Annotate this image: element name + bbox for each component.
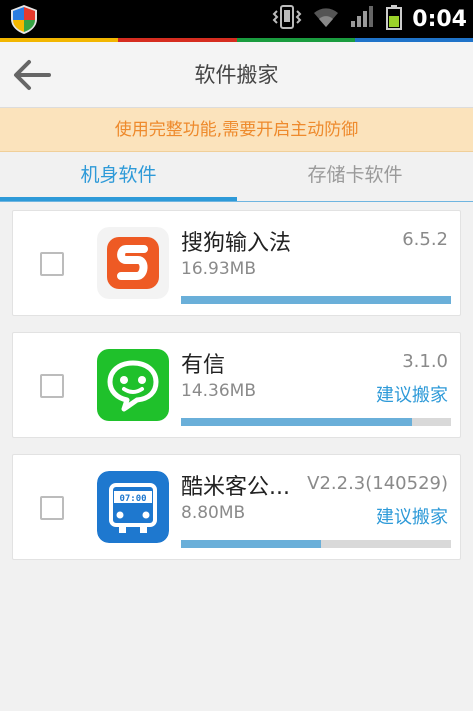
title-bar: 软件搬家 bbox=[0, 42, 473, 108]
tab-bar: 机身软件 存储卡软件 bbox=[0, 152, 473, 202]
battery-icon bbox=[386, 4, 403, 34]
wifi-icon bbox=[312, 5, 340, 33]
app-size: 8.80MB bbox=[181, 503, 246, 523]
vibrate-icon bbox=[272, 4, 302, 34]
app-checkbox[interactable] bbox=[40, 496, 64, 520]
usage-bar-fill bbox=[181, 418, 412, 426]
app-version: V2.2.3(140529) bbox=[307, 473, 448, 494]
usage-bar-fill bbox=[181, 296, 451, 304]
app-checkbox[interactable] bbox=[40, 374, 64, 398]
app-version: 6.5.2 bbox=[402, 229, 448, 250]
signal-icon bbox=[350, 5, 376, 33]
app-size: 16.93MB bbox=[181, 259, 256, 279]
youxin-icon bbox=[97, 349, 169, 421]
list-item[interactable]: 搜狗输入法 16.93MB 6.5.2 bbox=[12, 210, 461, 316]
tab-sdcard-apps[interactable]: 存储卡软件 bbox=[237, 152, 473, 201]
app-name: 酷米客公... bbox=[181, 475, 290, 500]
usage-bar-fill bbox=[181, 540, 322, 548]
bus-icon-text: 07:00 bbox=[119, 494, 146, 504]
shield-icon bbox=[8, 3, 40, 35]
list-item[interactable]: 有信 14.36MB 3.1.0 建议搬家 bbox=[12, 332, 461, 438]
usage-bar bbox=[181, 540, 451, 548]
usage-bar bbox=[181, 418, 451, 426]
move-advice[interactable]: 建议搬家 bbox=[376, 381, 448, 407]
tab-phone-apps[interactable]: 机身软件 bbox=[0, 152, 237, 201]
app-name: 搜狗输入法 bbox=[181, 231, 292, 256]
move-advice[interactable]: 建议搬家 bbox=[376, 503, 448, 529]
usage-bar bbox=[181, 296, 451, 304]
status-time: 0:04 bbox=[412, 6, 467, 32]
list-item[interactable]: 07:00 酷米客公... 8.80MB V2.2.3(140529) 建议搬家 bbox=[12, 454, 461, 560]
status-bar: 0:04 bbox=[0, 0, 473, 38]
sogou-input-icon bbox=[97, 227, 169, 299]
app-size: 14.36MB bbox=[181, 381, 256, 401]
app-version: 3.1.0 bbox=[402, 351, 448, 372]
app-name: 有信 bbox=[181, 353, 226, 378]
app-checkbox[interactable] bbox=[40, 252, 64, 276]
page-title: 软件搬家 bbox=[194, 63, 279, 87]
bus-icon: 07:00 bbox=[97, 471, 169, 543]
defense-notice-banner[interactable]: 使用完整功能,需要开启主动防御 bbox=[0, 108, 473, 152]
